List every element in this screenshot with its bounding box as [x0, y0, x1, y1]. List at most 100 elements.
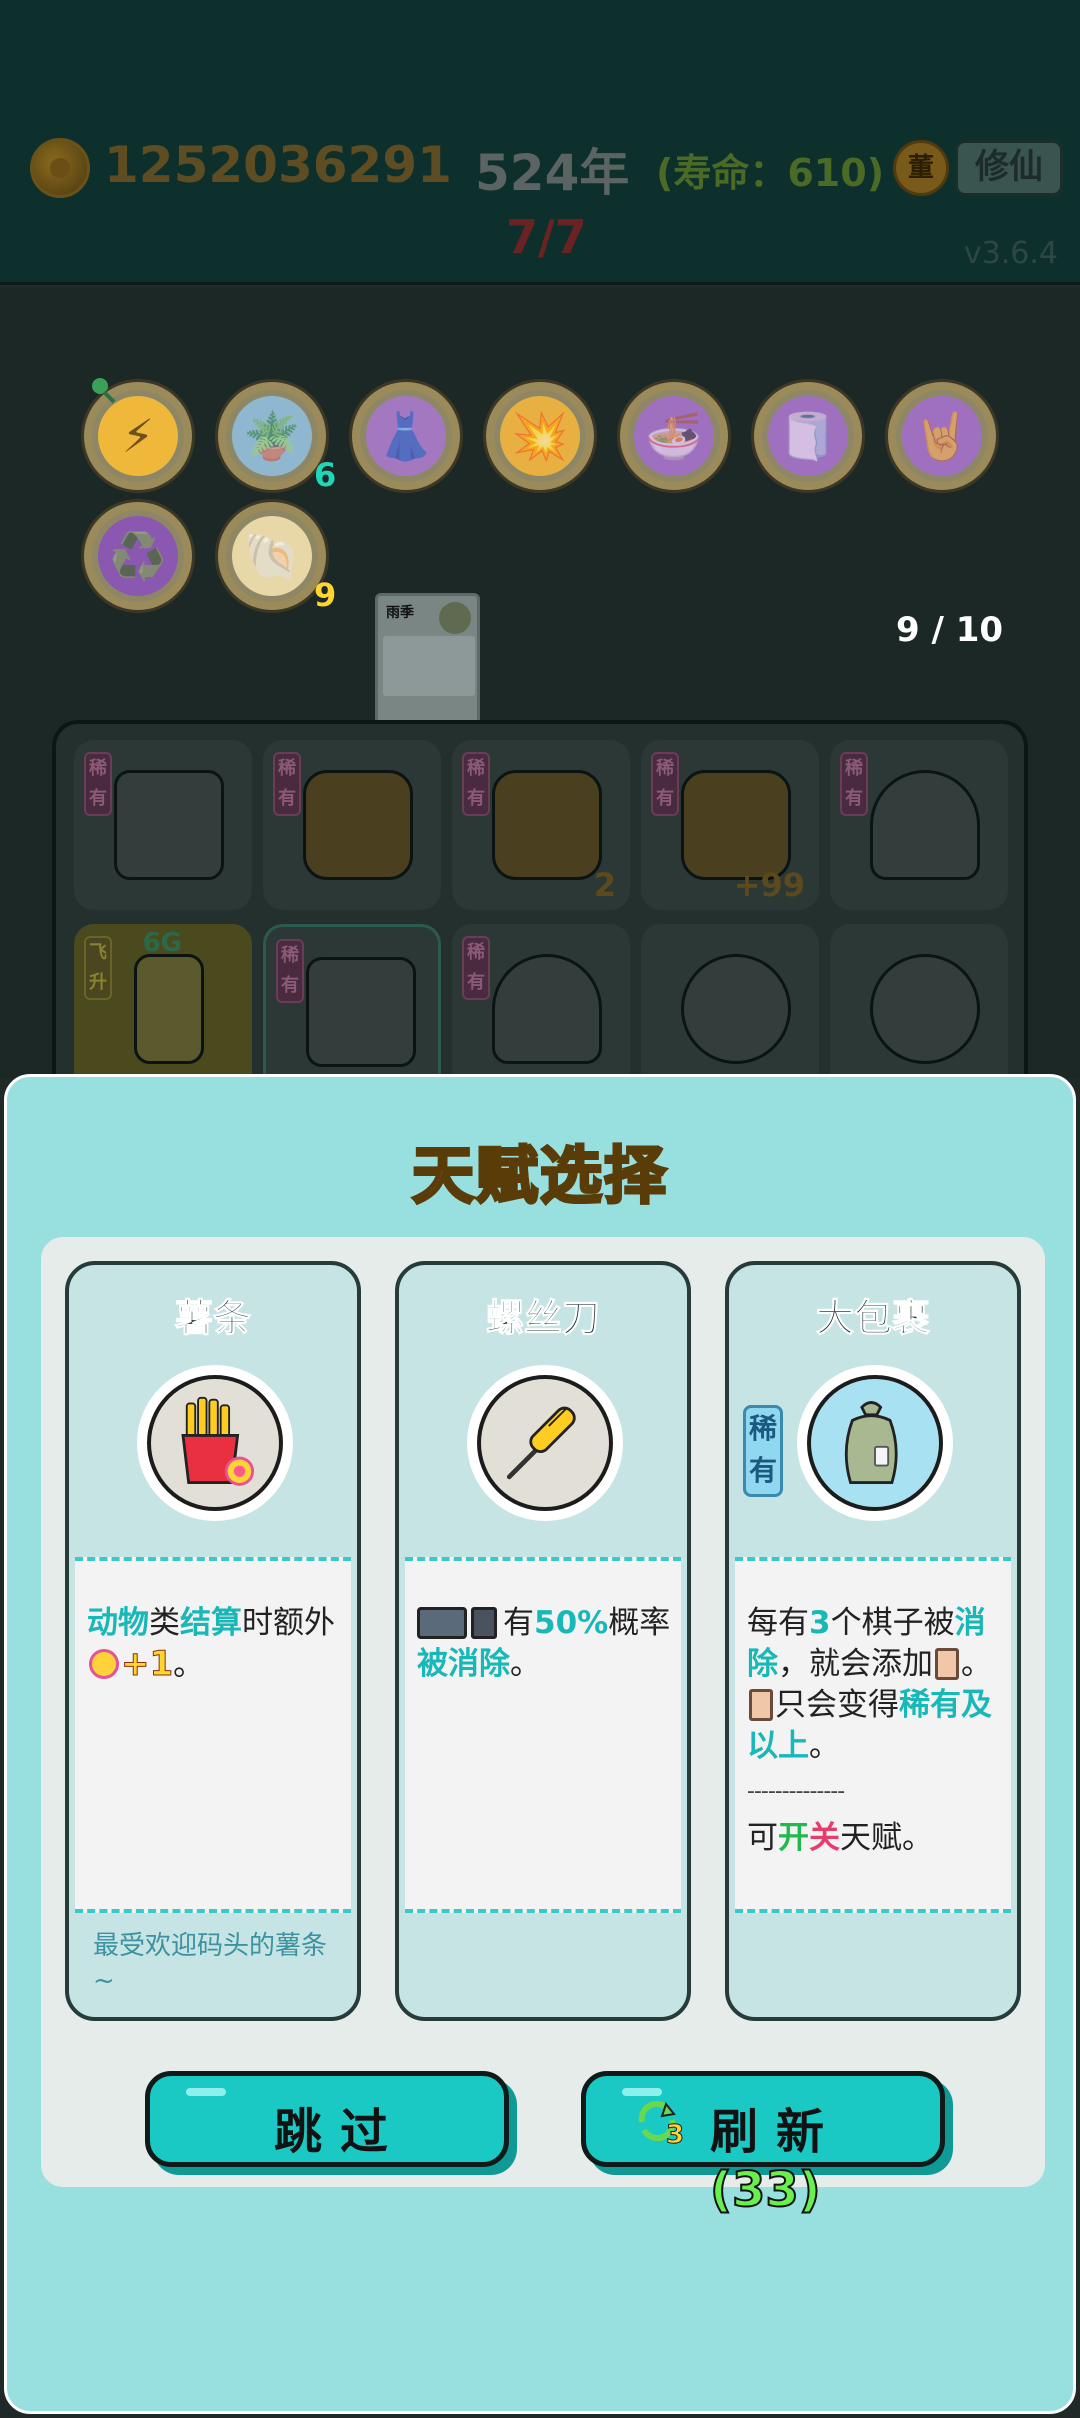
rarity-tag: 稀有 — [84, 752, 112, 816]
skip-button-label: 跳过 — [274, 2104, 407, 2160]
coin-icon — [30, 138, 90, 198]
skip-button[interactable]: 跳过 — [145, 2071, 509, 2167]
year-counter: 524年 — [475, 144, 630, 202]
cultivate-button[interactable]: 修仙 — [955, 140, 1063, 196]
big-bag-icon — [797, 1365, 953, 1521]
talent-fishbowls[interactable]: 🍜 — [620, 382, 728, 490]
talent-description-box: 每有3个棋子被消除，就会添加 。只会变得稀有及以上。 --------------… — [735, 1557, 1011, 1913]
lifespan-label: (寿命：610) — [656, 151, 885, 195]
talent-description: 每有3个棋子被消除，就会添加 。只会变得稀有及以上。 --------------… — [747, 1603, 1001, 1859]
bunny-tent-icon — [492, 954, 602, 1064]
talent-description-box: 动物类结算时额外+1。 — [75, 1557, 351, 1913]
horse-icon — [681, 954, 791, 1064]
refresh-badge: 3 — [665, 2120, 685, 2151]
heart-coin-icon — [89, 1649, 119, 1679]
game-board: 稀有 稀有 稀有 2 稀有 +99 稀有 飞升 6G 稀有 稀有 — [52, 720, 1028, 1120]
tile-count: 2 — [593, 866, 616, 904]
rock-hand-icon: 🤘 — [902, 396, 982, 476]
rarity-tag: 稀有 — [840, 752, 868, 816]
piece-counter: 9 / 10 — [896, 610, 1004, 650]
refresh-button[interactable]: 3 刷新(33) — [581, 2071, 945, 2219]
button-shine — [622, 2088, 662, 2096]
rarity-tag: 稀有 — [273, 752, 301, 816]
talent-card-big-bag[interactable]: 大包裹 稀有 每有3个棋子被消除，就会添加 。只会变得稀有及以上。 -------… — [725, 1261, 1021, 2021]
rarity-tag: 稀有 — [462, 936, 490, 1000]
fries-icon — [137, 1365, 293, 1521]
board-tile[interactable]: 稀有 — [830, 740, 1008, 910]
talent-skirt[interactable]: 👗 — [352, 382, 460, 490]
talent-description-box: 有50%概率被消除。 — [405, 1557, 681, 1913]
shell-icon: 🐚 — [232, 516, 312, 596]
talent-selection-modal: 天赋选择 薯条 动物类结算时额外+1。 最受欢迎码头的薯条~ 螺丝刀 有50%概… — [4, 1074, 1076, 2414]
screwdriver-icon — [467, 1365, 623, 1521]
divider-line: -------------- — [747, 1779, 845, 1804]
board-tile[interactable]: 稀有 +99 — [641, 740, 819, 910]
board-tile[interactable]: 稀有 — [263, 924, 441, 1094]
talent-shell[interactable]: 🐚 9 — [218, 502, 336, 614]
talent-recycle[interactable]: ♻️ — [84, 502, 192, 610]
talent-card-name: 薯条 — [174, 1296, 251, 1341]
computer-icon — [417, 1607, 467, 1639]
rarity-tag: 稀有 — [462, 752, 490, 816]
talent-count: 6 — [314, 456, 337, 494]
board-tile[interactable]: 飞升 6G — [74, 924, 252, 1094]
mushroom-cloud-icon: 💥 — [500, 396, 580, 476]
talent-flavor-text: 最受欢迎码头的薯条~ — [93, 1931, 328, 1996]
talent-flower-pot[interactable]: 🪴 6 — [218, 382, 336, 494]
coin-badge-icon[interactable]: 董 — [893, 140, 949, 196]
board-tile[interactable]: 稀有 — [74, 740, 252, 910]
copy-paste-icon — [306, 957, 416, 1067]
bunny-tent-icon — [870, 770, 980, 880]
door-card-icon — [749, 1689, 773, 1721]
vending-machine-icon — [303, 770, 413, 880]
tile-count: +99 — [733, 866, 805, 904]
tissue-box-icon: 🧻 — [768, 396, 848, 476]
button-shine — [186, 2088, 226, 2096]
board-tile[interactable]: 稀有 — [263, 740, 441, 910]
tile-badge: 6G — [142, 928, 182, 958]
recycle-icon: ♻️ — [98, 516, 178, 596]
leaf-icon — [439, 602, 471, 634]
board-tile[interactable] — [830, 924, 1008, 1094]
modal-title: 天赋选择 — [410, 1138, 668, 1214]
rarity-badge: 稀有 — [743, 1405, 783, 1497]
talent-card-fries[interactable]: 薯条 动物类结算时额外+1。 最受欢迎码头的薯条~ — [65, 1261, 361, 2021]
talent-tissue-box[interactable]: 🧻 — [754, 382, 862, 490]
ascend-tag: 飞升 — [84, 936, 112, 1000]
talent-options-panel: 薯条 动物类结算时额外+1。 最受欢迎码头的薯条~ 螺丝刀 有50%概率被消除。… — [41, 1237, 1045, 2219]
fridge-icon — [134, 954, 204, 1064]
top-hud: 1252036291 524年 (寿命：610) 董 修仙 7/7 v3.6.4 — [0, 0, 1080, 285]
worker-face-icon — [870, 954, 980, 1064]
board-tile[interactable] — [641, 924, 819, 1094]
talent-count: 9 — [314, 576, 337, 614]
skirt-icon: 👗 — [366, 396, 446, 476]
preview-card-text — [383, 636, 475, 696]
talent-description: 动物类结算时额外+1。 — [87, 1605, 335, 1685]
round-progress: 7/7 — [506, 210, 587, 264]
rarity-tag: 稀有 — [651, 752, 679, 816]
version-label: v3.6.4 — [963, 236, 1058, 271]
refresh-count: (33) — [709, 2161, 822, 2219]
talent-description: 有50%概率被消除。 — [417, 1605, 671, 1682]
talent-card-name: 螺丝刀 — [485, 1296, 600, 1341]
refresh-button-label: 刷新 — [710, 2104, 843, 2160]
door-card-icon — [935, 1648, 959, 1680]
preview-card[interactable]: 雨季 — [375, 593, 480, 728]
coin-count: 1252036291 — [104, 136, 452, 194]
talent-card-screwdriver[interactable]: 螺丝刀 有50%概率被消除。 — [395, 1261, 691, 2021]
lightning-icon: ⚡ — [98, 396, 178, 476]
pin-icon — [92, 378, 116, 404]
vending-machine-icon — [681, 770, 791, 880]
flower-pot-icon: 🪴 — [232, 396, 312, 476]
talent-mushroom-cloud[interactable]: 💥 — [486, 382, 594, 490]
copy-paste-icon — [114, 770, 224, 880]
rarity-tag: 稀有 — [276, 939, 304, 1003]
talent-rock-hand[interactable]: 🤘 — [888, 382, 996, 490]
server-icon — [471, 1607, 497, 1639]
board-tile[interactable]: 稀有 2 — [452, 740, 630, 910]
preview-card-title: 雨季 — [386, 605, 414, 621]
fishbowls-icon: 🍜 — [634, 396, 714, 476]
talent-card-name: 大包裹 — [815, 1296, 930, 1341]
board-tile[interactable]: 稀有 — [452, 924, 630, 1094]
vending-machine-icon — [492, 770, 602, 880]
